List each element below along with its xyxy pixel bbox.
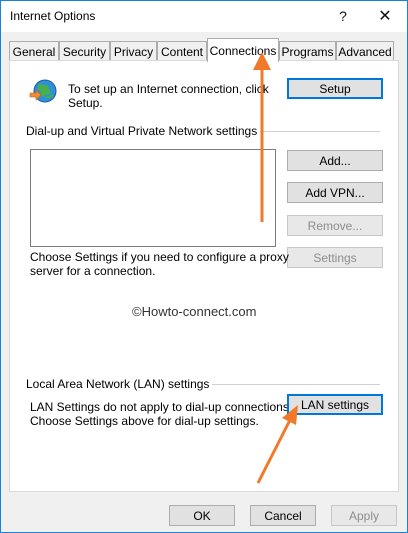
setup-instructions-line1: To set up an Internet connection, click: [68, 82, 269, 96]
tab-general[interactable]: General: [9, 41, 59, 61]
lan-hint-line2: Choose Settings above for dial-up settin…: [30, 414, 259, 428]
connections-panel: To set up an Internet connection, click …: [9, 60, 399, 492]
setup-instructions-line2: Setup.: [68, 96, 103, 110]
internet-globe-icon: [29, 79, 57, 103]
settings-button[interactable]: Settings: [287, 247, 383, 268]
lan-group-label: Local Area Network (LAN) settings: [26, 377, 213, 391]
tab-content[interactable]: Content: [157, 41, 207, 61]
window-title: Internet Options: [10, 9, 96, 23]
proxy-hint-line1: Choose Settings if you need to configure…: [30, 250, 289, 264]
apply-button[interactable]: Apply: [331, 505, 397, 526]
add-button[interactable]: Add...: [287, 150, 383, 171]
ok-button[interactable]: OK: [169, 505, 235, 526]
connections-listbox[interactable]: [30, 149, 276, 247]
dialup-group-label: Dial-up and Virtual Private Network sett…: [26, 124, 261, 138]
remove-button[interactable]: Remove...: [287, 215, 383, 236]
title-bar[interactable]: Internet Options ? ✕: [1, 1, 407, 32]
tab-advanced[interactable]: Advanced: [336, 41, 394, 61]
cancel-button[interactable]: Cancel: [250, 505, 316, 526]
lan-settings-button[interactable]: LAN settings: [287, 394, 383, 415]
proxy-hint-line2: server for a connection.: [30, 264, 156, 278]
setup-button[interactable]: Setup: [287, 78, 383, 99]
tab-security[interactable]: Security: [59, 41, 110, 61]
tab-programs[interactable]: Programs: [279, 41, 336, 61]
tab-connections[interactable]: Connections: [207, 38, 279, 62]
watermark-text: ©Howto-connect.com: [132, 304, 257, 319]
add-vpn-button[interactable]: Add VPN...: [287, 182, 383, 203]
help-icon[interactable]: ?: [321, 1, 365, 31]
close-icon[interactable]: ✕: [363, 1, 407, 31]
lan-hint-line1: LAN Settings do not apply to dial-up con…: [30, 400, 293, 414]
tab-privacy[interactable]: Privacy: [110, 41, 157, 61]
internet-options-window: Internet Options ? ✕ General Security Pr…: [0, 0, 408, 533]
